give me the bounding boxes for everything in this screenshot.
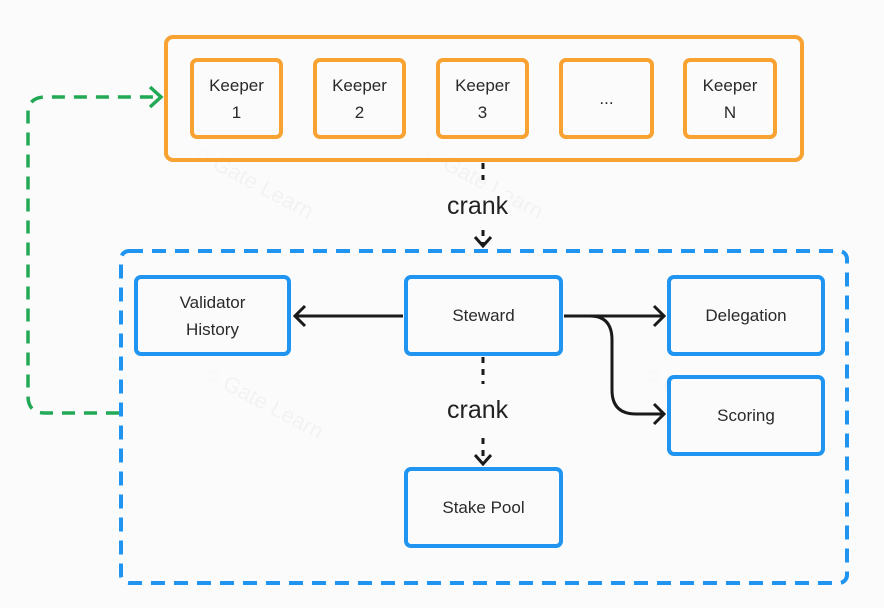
stake-pool-node: Stake Pool	[404, 467, 563, 548]
crank-label-bottom: crank	[445, 396, 511, 425]
keeper-number: N	[723, 102, 737, 122]
node-label: Delegation	[705, 306, 787, 325]
keeper-label: Keeper	[209, 75, 264, 95]
arrow-to-delegation	[564, 304, 667, 328]
node-label: History	[186, 319, 239, 339]
keeper-number: 1	[231, 102, 242, 122]
crank-bottom-arrowhead	[473, 454, 493, 467]
node-label: Scoring	[717, 406, 775, 425]
keeper-3: Keeper 3	[436, 58, 529, 139]
keeper-label: ...	[599, 89, 614, 108]
validator-history-node: Validator History	[134, 275, 291, 356]
keeper-number: 2	[354, 102, 365, 122]
keeper-2: Keeper 2	[313, 58, 406, 139]
node-label: Steward	[452, 306, 515, 325]
keeper-1: Keeper 1	[190, 58, 283, 139]
scoring-node: Scoring	[667, 375, 825, 456]
keeper-n: Keeper N	[683, 58, 777, 139]
keeper-label: Keeper	[332, 75, 387, 95]
crank-label-top: crank	[445, 192, 511, 221]
keeper-label: Keeper	[455, 75, 510, 95]
arrow-to-validator-history	[292, 304, 403, 328]
node-label: Validator	[179, 292, 246, 312]
keeper-ellipsis: ...	[559, 58, 654, 139]
steward-node: Steward	[404, 275, 563, 356]
crank-top-arrowhead	[473, 236, 493, 249]
node-label: Stake Pool	[442, 498, 525, 517]
loop-arrow	[26, 95, 158, 415]
keeper-number: 3	[477, 102, 488, 122]
delegation-node: Delegation	[667, 275, 825, 356]
keeper-label: Keeper	[702, 75, 758, 95]
arrow-to-scoring	[589, 314, 667, 426]
